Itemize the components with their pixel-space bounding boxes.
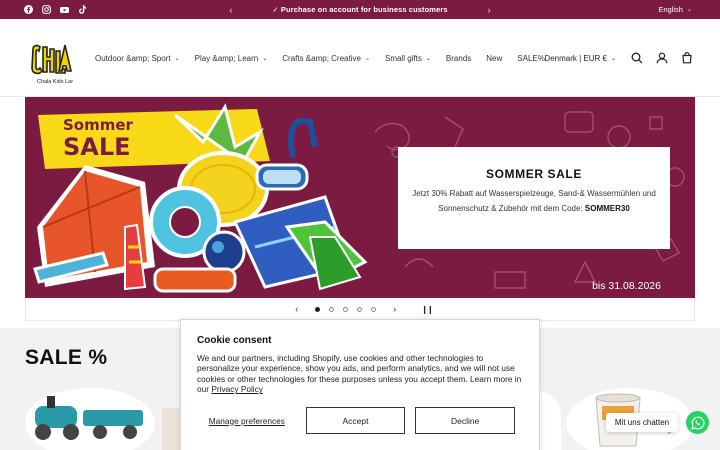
slide-dot-5[interactable] xyxy=(371,306,377,312)
nav-item-play-learn[interactable]: Play &amp; Learn ⌄ xyxy=(195,54,268,63)
chevron-down-icon: ⌄ xyxy=(686,7,692,13)
slide-prev-button[interactable]: ‹ xyxy=(295,304,298,314)
product-image xyxy=(35,396,143,440)
slideshow-controls: ‹ › ❙❙ xyxy=(25,298,695,321)
nav-label: Brands xyxy=(445,53,472,63)
chevron-down-icon: ⌄ xyxy=(364,55,370,62)
announcement-slider: ‹ ✓ Purchase on account for business cus… xyxy=(0,0,720,19)
product-card-bobby-car[interactable] xyxy=(25,388,155,450)
search-icon[interactable] xyxy=(630,52,643,65)
nav-item-new[interactable]: New xyxy=(486,54,502,63)
promo-code: SOMMER30 xyxy=(584,203,630,213)
hero-banner[interactable]: Sommer SALE SOMMER SALE Jetzt 30% Rabatt… xyxy=(25,97,695,298)
nav-item-small-gifts[interactable]: Small gifts ⌄ xyxy=(385,54,431,63)
accept-button[interactable]: Accept xyxy=(305,407,406,434)
cookie-actions: Manage preferences Accept Decline xyxy=(197,407,515,434)
slide-dot-2[interactable] xyxy=(329,306,335,312)
announcement-prev-button[interactable]: ‹ xyxy=(229,5,232,15)
pause-icon[interactable]: ❙❙ xyxy=(421,305,433,314)
cart-icon[interactable] xyxy=(680,52,693,65)
promo-text: Jetzt 30% Rabatt auf Wasserspielzeuge, S… xyxy=(398,187,670,216)
nav-item-brands[interactable]: Brands xyxy=(446,54,471,63)
svg-text:Chala Kids Land: Chala Kids Land xyxy=(37,79,73,85)
cookie-consent-dialog: Cookie consent We and our partners, incl… xyxy=(180,319,540,450)
nav-label: SALE% xyxy=(517,53,545,63)
promo-box: SOMMER SALE Jetzt 30% Rabatt auf Wassers… xyxy=(398,147,670,249)
cookie-title: Cookie consent xyxy=(197,335,272,346)
slide-dot-1[interactable] xyxy=(315,306,321,312)
announcement-next-button[interactable]: › xyxy=(488,5,491,15)
badge-line2: SALE xyxy=(63,133,131,161)
site-header: Chala Kids Land Outdoor &amp; Sport⌄ Pla… xyxy=(0,19,720,97)
nav-label: Crafts &amp; Creative xyxy=(282,53,361,63)
promo-title: SOMMER SALE xyxy=(486,167,582,181)
slide-next-button[interactable]: › xyxy=(393,304,396,314)
chat-bubble[interactable]: Mit uns chatten xyxy=(606,413,678,432)
promo-end-date: bis 31.08.2026 xyxy=(592,280,661,292)
product-card-partial[interactable] xyxy=(162,408,182,450)
country-currency-selector[interactable]: Denmark | EUR € ⌄ xyxy=(544,54,616,63)
nav-item-outdoor-sport[interactable]: Outdoor &amp; Sport ⌄ xyxy=(95,54,180,63)
site-logo[interactable]: Chala Kids Land xyxy=(27,41,77,87)
slide-dot-4[interactable] xyxy=(357,306,363,312)
badge-line1: Sommer xyxy=(63,116,134,134)
currency-label: Denmark | EUR € xyxy=(544,53,607,63)
chevron-down-icon: ⌄ xyxy=(174,55,180,62)
chevron-down-icon: ⌄ xyxy=(425,55,431,62)
language-label: English xyxy=(658,5,683,14)
whatsapp-icon[interactable] xyxy=(686,411,709,434)
manage-preferences-button[interactable]: Manage preferences xyxy=(197,416,297,426)
announcement-text: ✓ Purchase on account for business custo… xyxy=(272,5,448,14)
privacy-policy-link[interactable]: Privacy Policy xyxy=(211,384,263,394)
chevron-down-icon: ⌄ xyxy=(262,55,268,62)
nav-label: Outdoor &amp; Sport xyxy=(95,53,171,63)
nav-label: Small gifts xyxy=(384,53,422,63)
chevron-down-icon: ⌄ xyxy=(610,55,616,62)
nav-label: Play &amp; Learn xyxy=(194,53,259,63)
language-selector[interactable]: English ⌄ xyxy=(658,0,692,19)
sale-heading: SALE % xyxy=(25,346,108,369)
decline-button[interactable]: Decline xyxy=(415,407,515,434)
slide-dot-3[interactable] xyxy=(343,306,349,312)
header-actions: Denmark | EUR € ⌄ xyxy=(544,19,693,97)
announcement-bar: ‹ ✓ Purchase on account for business cus… xyxy=(0,0,720,19)
nav-item-sale[interactable]: SALE% xyxy=(517,54,545,63)
cookie-text: We and our partners, including Shopify, … xyxy=(197,353,523,395)
account-icon[interactable] xyxy=(655,52,668,65)
nav-item-crafts-creative[interactable]: Crafts &amp; Creative ⌄ xyxy=(282,54,370,63)
main-navigation: Outdoor &amp; Sport ⌄ Play &amp; Learn ⌄ C… xyxy=(95,19,545,97)
nav-label: New xyxy=(486,53,503,63)
